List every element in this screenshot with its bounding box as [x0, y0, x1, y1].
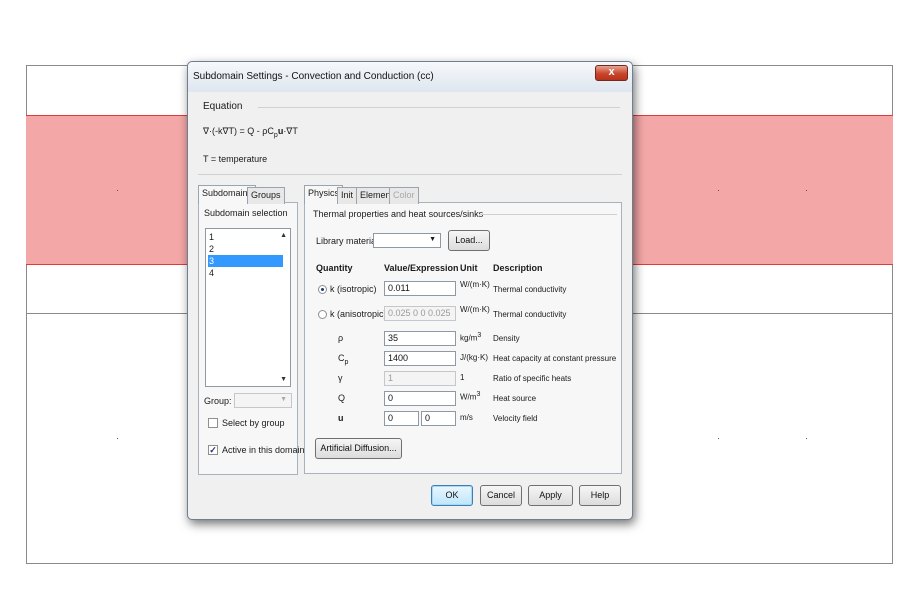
density-unit-base: kg/m: [460, 333, 478, 343]
subdomain-selection-heading: Subdomain selection: [204, 208, 288, 218]
section-divider: [479, 214, 617, 215]
equation-formula: ∇·(-k∇T) = Q - ρCpu·∇T: [203, 126, 298, 139]
density-desc: Density: [493, 334, 520, 343]
geometry-point: [117, 190, 118, 191]
gamma-symbol: γ: [338, 373, 343, 383]
scroll-up-icon[interactable]: ▲: [280, 232, 287, 239]
chevron-down-icon: ▼: [280, 396, 287, 403]
velocity-x-input[interactable]: 0: [384, 411, 419, 426]
k-isotropic-label: k (isotropic): [330, 284, 377, 294]
density-symbol: ρ: [338, 333, 344, 343]
k-anisotropic-desc: Thermal conductivity: [493, 310, 567, 319]
tab-groups[interactable]: Groups: [247, 187, 285, 204]
density-unit: kg/m3: [460, 332, 481, 343]
group-select[interactable]: ▼: [234, 393, 292, 408]
close-button[interactable]: x: [595, 65, 628, 81]
select-by-group-label: Select by group: [222, 418, 285, 428]
formula-part1: ∇·(-k∇T) = Q - ρC: [203, 126, 274, 136]
heat-capacity-desc: Heat capacity at constant pressure: [493, 354, 617, 363]
library-material-select[interactable]: ▼: [373, 233, 441, 248]
subdomain-list[interactable]: 1 2 3 4 ▲ ▼: [205, 228, 291, 387]
active-in-domain-label: Active in this domain: [222, 445, 305, 455]
left-tab-panel: Subdomain selection 1 2 3 4 ▲ ▼ Group: ▼…: [198, 202, 305, 475]
heat-source-unit-sup: 3: [476, 391, 481, 398]
select-by-group-checkbox[interactable]: [208, 418, 218, 428]
list-item[interactable]: 3: [208, 255, 283, 267]
artificial-diffusion-button[interactable]: Artificial Diffusion...: [315, 438, 402, 459]
equation-bottom-divider: [198, 174, 622, 175]
equation-divider: [258, 107, 620, 108]
heat-source-input[interactable]: 0: [384, 391, 456, 406]
velocity-desc: Velocity field: [493, 414, 538, 423]
geometry-point: [117, 438, 118, 439]
tab-color[interactable]: Color: [389, 187, 419, 204]
help-button[interactable]: Help: [579, 485, 621, 506]
heat-capacity-unit: J/(kg·K): [460, 353, 488, 362]
column-value: Value/Expression: [384, 263, 459, 273]
heat-source-unit-base: W/m: [460, 392, 477, 402]
subdomain-settings-dialog: Subdomain Settings - Convection and Cond…: [187, 61, 633, 520]
right-tab-panel: Thermal properties and heat sources/sink…: [304, 202, 622, 474]
density-input[interactable]: 35: [384, 331, 456, 346]
k-isotropic-radio[interactable]: [318, 285, 327, 294]
k-anisotropic-label: k (anisotropic): [330, 309, 387, 319]
load-button[interactable]: Load...: [448, 230, 490, 251]
scroll-down-icon[interactable]: ▼: [280, 376, 287, 383]
gamma-unit: 1: [460, 373, 465, 382]
dialog-titlebar[interactable]: Subdomain Settings - Convection and Cond…: [188, 62, 632, 92]
close-icon: x: [608, 66, 615, 78]
k-anisotropic-radio[interactable]: [318, 310, 327, 319]
k-isotropic-input[interactable]: 0.011: [384, 281, 456, 296]
cancel-button[interactable]: Cancel: [480, 485, 522, 506]
geometry-point: [806, 438, 807, 439]
equation-heading: Equation: [203, 101, 243, 112]
gamma-desc: Ratio of specific heats: [493, 374, 572, 383]
geometry-point: [718, 438, 719, 439]
gamma-input[interactable]: 1: [384, 371, 456, 386]
equation-note: T = temperature: [203, 154, 268, 164]
k-isotropic-unit: W/(m·K): [460, 280, 490, 289]
heat-capacity-symbol: Cp: [338, 353, 348, 366]
heat-source-desc: Heat source: [493, 394, 537, 403]
list-item[interactable]: 4: [208, 267, 283, 279]
tab-init[interactable]: Init: [337, 187, 358, 204]
active-in-domain-checkbox[interactable]: ✓: [208, 445, 218, 455]
formula-part2: ·∇T: [283, 126, 298, 136]
geometry-point: [806, 190, 807, 191]
dialog-title: Subdomain Settings - Convection and Cond…: [193, 71, 434, 82]
apply-button[interactable]: Apply: [528, 485, 573, 506]
k-anisotropic-unit: W/(m·K): [460, 305, 490, 314]
list-item[interactable]: 1: [208, 231, 283, 243]
group-label: Group:: [204, 396, 232, 406]
column-description: Description: [493, 263, 543, 273]
density-unit-sup: 3: [477, 332, 482, 339]
velocity-unit: m/s: [460, 413, 473, 422]
geometry-point: [718, 190, 719, 191]
heat-source-symbol: Q: [338, 393, 346, 403]
heat-capacity-input[interactable]: 1400: [384, 351, 456, 366]
thermal-section-heading: Thermal properties and heat sources/sink…: [313, 209, 484, 219]
column-unit: Unit: [460, 263, 478, 273]
chevron-down-icon: ▼: [429, 236, 436, 243]
k-isotropic-desc: Thermal conductivity: [493, 285, 567, 294]
cp-sub: p: [344, 358, 349, 366]
velocity-y-input[interactable]: 0: [421, 411, 456, 426]
library-material-label: Library material:: [316, 236, 381, 246]
heat-source-unit: W/m3: [460, 391, 480, 402]
k-anisotropic-input[interactable]: 0.025 0 0 0.025: [384, 306, 456, 321]
ok-button[interactable]: OK: [431, 485, 473, 506]
list-item[interactable]: 2: [208, 243, 283, 255]
column-quantity: Quantity: [316, 263, 353, 273]
velocity-symbol: u: [338, 413, 344, 423]
